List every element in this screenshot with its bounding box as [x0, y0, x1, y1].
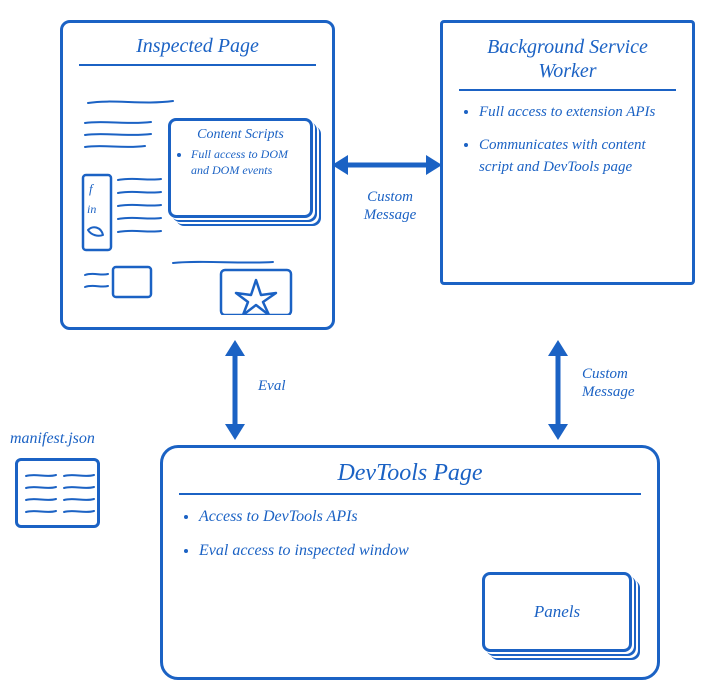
background-bullet: Communicates with content script and Dev…: [479, 134, 676, 179]
panels-label: Panels: [534, 602, 580, 622]
double-arrow-vertical-icon: [215, 340, 255, 440]
divider: [179, 493, 641, 495]
svg-text:in: in: [87, 202, 96, 216]
devtools-bullet: Access to DevTools APIs: [199, 505, 641, 529]
arrow-label-custom-message: Custom Message: [582, 365, 662, 401]
inspected-page-title: Inspected Page: [79, 35, 316, 58]
panels-box: Panels: [482, 572, 632, 652]
double-arrow-horizontal-icon: [332, 145, 442, 185]
divider: [459, 89, 676, 91]
background-worker-box: Background Service Worker Full access to…: [440, 20, 695, 285]
arrow-label-custom-message: Custom Message: [350, 188, 430, 224]
content-scripts-box: Content Scripts Full access to DOM and D…: [168, 118, 313, 218]
double-arrow-vertical-icon: [538, 340, 578, 440]
background-bullet: Full access to extension APIs: [479, 101, 676, 124]
devtools-page-title: DevTools Page: [179, 460, 641, 487]
manifest-label: manifest.json: [10, 430, 95, 448]
content-scripts-title: Content Scripts: [177, 127, 304, 143]
manifest-file-icon: [15, 458, 100, 528]
devtools-bullet: Eval access to inspected window: [199, 539, 641, 563]
arrow-label-eval: Eval: [258, 378, 286, 395]
background-worker-title: Background Service Worker: [459, 35, 676, 83]
content-scripts-bullet: Full access to DOM and DOM events: [191, 147, 304, 178]
inspected-page-box: Inspected Page f in Content Scripts F: [60, 20, 335, 330]
devtools-page-box: DevTools Page Access to DevTools APIs Ev…: [160, 445, 660, 680]
divider: [79, 64, 316, 66]
svg-text:f: f: [89, 181, 95, 196]
